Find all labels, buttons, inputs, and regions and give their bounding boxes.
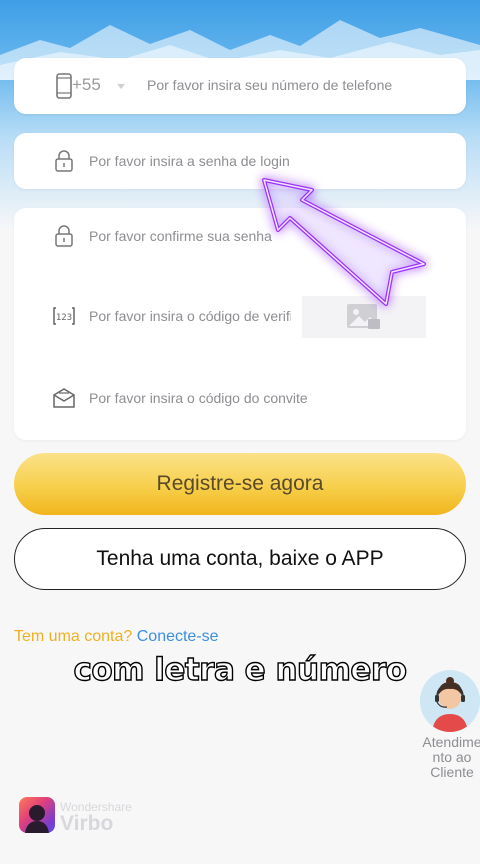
lock-icon xyxy=(52,224,76,248)
password-input[interactable]: Por favor insira a senha de login xyxy=(89,153,290,169)
customer-support-avatar[interactable] xyxy=(420,670,480,732)
verification-code-icon: 123 xyxy=(52,304,76,328)
invite-row[interactable]: Por favor insira o código do convite xyxy=(14,370,466,426)
login-question: Tem uma conta? xyxy=(14,628,133,645)
chevron-down-icon xyxy=(117,84,125,89)
country-code-select[interactable]: +55 xyxy=(72,75,101,95)
login-prompt: Tem uma conta? Conecte-se xyxy=(14,628,219,646)
phone-field[interactable]: +55 Por favor insira seu número de telef… xyxy=(14,58,466,114)
register-button[interactable]: Registre-se agora xyxy=(14,453,466,515)
watermark-logo xyxy=(19,797,55,833)
login-link[interactable]: Conecte-se xyxy=(137,628,219,645)
invite-code-input[interactable]: Por favor insira o código do convite xyxy=(89,390,308,406)
phone-input[interactable]: Por favor insira seu número de telefone xyxy=(147,77,392,93)
highlight-arrow-icon xyxy=(262,178,426,306)
support-agent-icon xyxy=(420,671,480,732)
envelope-icon xyxy=(52,386,76,410)
watermark-product: Virbo xyxy=(60,812,114,835)
video-caption: com letra e número xyxy=(73,651,408,688)
lock-icon xyxy=(52,149,76,173)
confirm-password-input[interactable]: Por favor confirme sua senha xyxy=(89,228,272,244)
svg-text:123: 123 xyxy=(56,313,72,323)
download-app-button[interactable]: Tenha uma conta, baixe o APP xyxy=(14,528,466,590)
support-label[interactable]: Atendime nto ao Cliente xyxy=(416,735,480,780)
